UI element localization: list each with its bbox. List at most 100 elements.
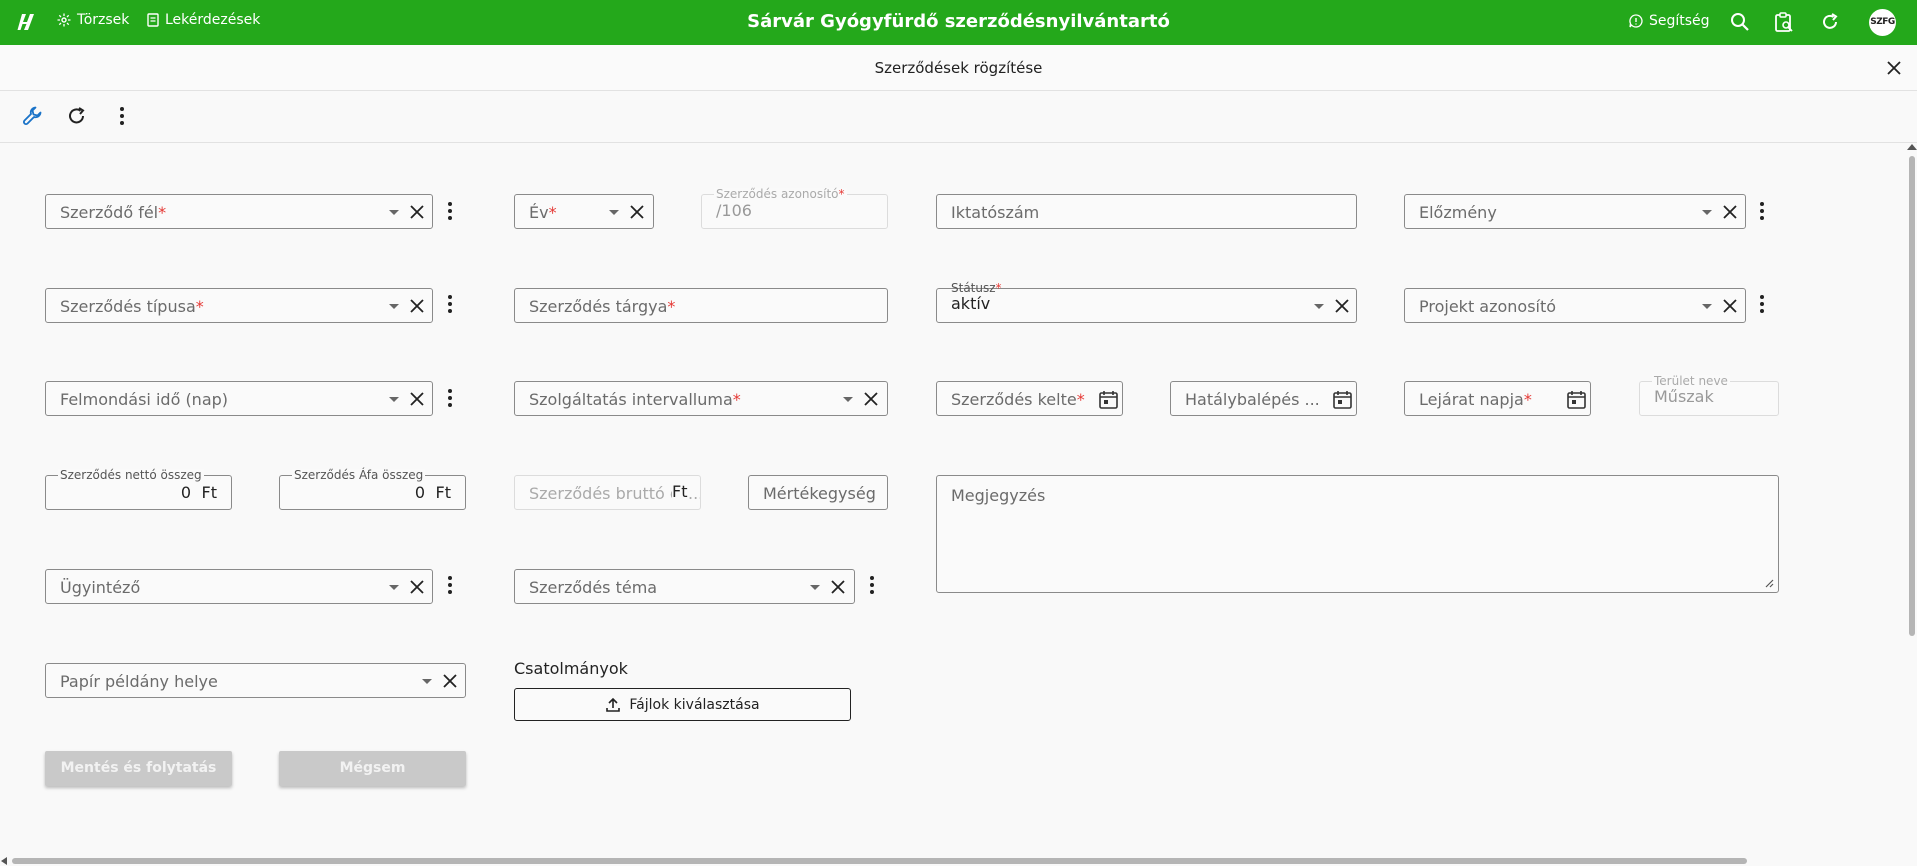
chevron-down-icon[interactable] [843,397,853,402]
projekt-azonosito-select[interactable]: Projekt azonosító [1404,288,1746,323]
more-vertical-icon[interactable] [444,200,456,222]
clear-icon[interactable] [628,203,646,221]
scroll-left-arrow-icon[interactable] [1,857,7,865]
save-continue-button[interactable]: Mentés és folytatás [45,751,232,786]
iktatoszam-input[interactable]: Iktatószám [936,194,1357,229]
chevron-down-icon[interactable] [422,679,432,684]
clear-icon[interactable] [862,390,880,408]
calendar-icon[interactable] [1098,389,1119,410]
more-vertical-icon[interactable] [444,293,456,315]
afa-osszeg-input[interactable]: Szerződés Áfa összeg 0 Ft [279,469,466,510]
szerzodes-tipusa-select[interactable]: Szerződés típusa* [45,288,433,323]
ugyintezo-placeholder: Ügyintéző [60,578,141,597]
chevron-down-icon[interactable] [389,210,399,215]
statusz-label: Státusz* [951,281,1002,295]
nav-lekerdezesek[interactable]: Lekérdezések [147,12,260,28]
statusz-value: aktív [951,294,991,313]
terulet-neve-label: Terület neve [1652,374,1730,388]
chevron-down-icon[interactable] [389,397,399,402]
refresh-icon[interactable] [1819,11,1841,33]
netto-osszeg-input[interactable]: Szerződés nettó összeg 0 Ft [45,469,232,510]
more-vertical-icon[interactable] [444,574,456,596]
szerzodes-targya-input[interactable]: Szerződés tárgya* [514,288,888,323]
netto-currency: Ft [201,483,217,502]
mertekegyseg-input[interactable]: Mértékegység [748,475,888,510]
clear-icon[interactable] [1721,297,1739,315]
more-vertical-icon[interactable] [866,574,878,596]
close-icon[interactable] [1884,58,1904,78]
more-vertical-icon[interactable] [444,387,456,409]
clear-icon[interactable] [1721,203,1739,221]
terulet-neve-value: Műszak [1654,387,1714,406]
chevron-down-icon[interactable] [810,585,820,590]
elozmeny-placeholder: Előzmény [1419,203,1497,222]
chevron-down-icon[interactable] [389,304,399,309]
szerzodes-kelte-date[interactable]: Szerződés kelte* [936,381,1123,416]
lejarat-napja-placeholder: Lejárat napja* [1419,390,1532,409]
chevron-down-icon[interactable] [389,585,399,590]
help-chat-icon [1629,14,1643,28]
hatalybalepes-date[interactable]: Hatálybalépés ... [1170,381,1357,416]
horizontal-scroll-thumb[interactable] [12,858,1747,864]
file-select-button[interactable]: Fájlok kiválasztása [514,688,851,721]
projekt-azonosito-placeholder: Projekt azonosító [1419,297,1557,316]
calendar-icon[interactable] [1566,389,1587,410]
more-vertical-icon[interactable] [1756,200,1768,222]
ev-select[interactable]: Év* [514,194,654,229]
file-select-label: Fájlok kiválasztása [629,696,760,713]
clear-icon[interactable] [408,203,426,221]
user-avatar[interactable]: SZFG [1869,9,1896,36]
document-icon [147,13,159,27]
clipboard-search-icon[interactable] [1773,11,1795,33]
chevron-down-icon[interactable] [1702,210,1712,215]
nav-torzsek[interactable]: Törzsek [57,12,129,28]
vertical-scroll-thumb[interactable] [1909,156,1915,636]
nav-lekerdezesek-label: Lekérdezések [165,12,261,28]
statusz-select[interactable]: Státusz* aktív [936,282,1357,323]
ugyintezo-select[interactable]: Ügyintéző [45,569,433,604]
szerzodes-azonosito-value: /106 [716,201,752,220]
szerzodo-fel-select[interactable]: Szerződő fél* [45,194,433,229]
attachments-label: Csatolmányok [514,659,628,678]
afa-osszeg-value: 0 [414,483,425,502]
page-title: Szerződések rögzítése [874,59,1043,77]
clear-icon[interactable] [441,672,459,690]
form-toolbar [0,91,1917,143]
help-button[interactable]: Segítség [1629,13,1710,29]
calendar-icon[interactable] [1332,389,1353,410]
cancel-button[interactable]: Mégsem [279,751,466,786]
elozmeny-select[interactable]: Előzmény [1404,194,1746,229]
szerzodes-tema-select[interactable]: Szerződés téma [514,569,855,604]
chevron-down-icon[interactable] [609,210,619,215]
scroll-up-arrow-icon[interactable] [1907,144,1917,150]
szerzodes-azonosito-field: Szerződés azonosító* /106 [701,188,888,229]
clear-icon[interactable] [1333,297,1351,315]
megjegyzes-textarea[interactable]: Megjegyzés [936,475,1779,593]
papir-peldany-helye-select[interactable]: Papír példány helye [45,663,466,698]
chevron-down-icon[interactable] [1702,304,1712,309]
more-vertical-icon[interactable] [110,104,134,128]
lejarat-napja-date[interactable]: Lejárat napja* [1404,381,1591,416]
reload-icon[interactable] [65,104,89,128]
clear-icon[interactable] [408,578,426,596]
felmondasi-ido-placeholder: Felmondási idő (nap) [60,390,229,409]
megjegyzes-placeholder: Megjegyzés [951,486,1046,505]
ev-placeholder: Év* [529,203,557,222]
resize-handle-icon[interactable] [1764,578,1774,588]
top-app-bar: Törzsek Lekérdezések Sárvár Gyógyfürdő s… [0,0,1917,45]
more-vertical-icon[interactable] [1756,293,1768,315]
szerzodo-fel-placeholder: Szerződő fél* [60,203,167,222]
felmondasi-ido-select[interactable]: Felmondási idő (nap) [45,381,433,416]
clear-icon[interactable] [408,390,426,408]
clear-icon[interactable] [829,578,847,596]
wrench-icon[interactable] [21,104,45,128]
search-icon[interactable] [1729,11,1751,33]
chevron-down-icon[interactable] [1314,304,1324,309]
afa-osszeg-label: Szerződés Áfa összeg [292,468,426,482]
brutto-osszeg-field: Szerződés bruttó ös... Ft [514,475,701,510]
clear-icon[interactable] [408,297,426,315]
app-logo-icon[interactable] [17,11,37,33]
page-header: Szerződések rögzítése [0,45,1917,91]
szolgaltatas-intervalluma-select[interactable]: Szolgáltatás intervalluma* [514,381,888,416]
szerzodes-kelte-placeholder: Szerződés kelte* [951,390,1085,409]
